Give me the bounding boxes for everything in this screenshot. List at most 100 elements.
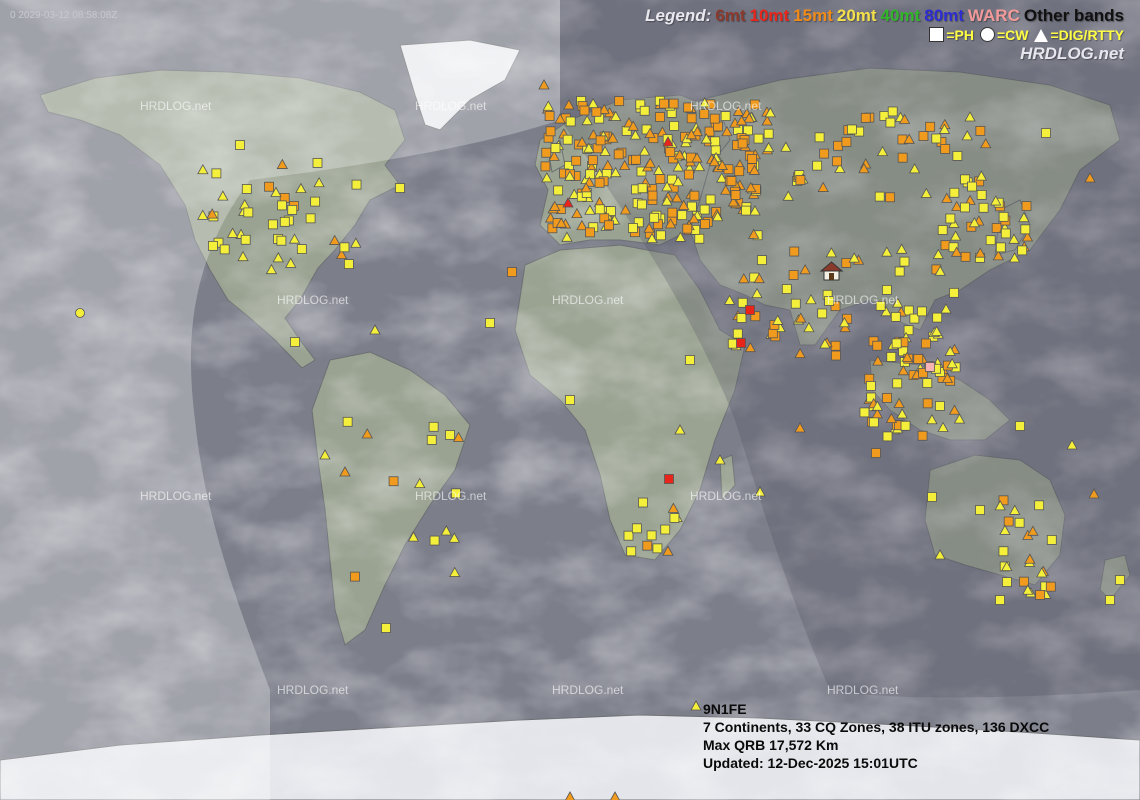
qso-square-marker — [544, 111, 555, 121]
qso-square-marker — [985, 235, 996, 246]
qso-square-marker — [604, 220, 614, 231]
world-qso-map: 0 2029-03-12 08:58:08Z Legend: 6mt 10mt 15m… — [0, 0, 1140, 800]
qso-square-marker — [871, 448, 881, 458]
qso-square-marker — [868, 417, 879, 428]
qso-square-marker — [276, 235, 287, 246]
qso-square-marker — [885, 192, 895, 203]
qso-square-marker — [1017, 245, 1028, 256]
qso-square-marker — [591, 106, 602, 117]
qso-square-marker — [819, 148, 830, 159]
qso-square-marker — [642, 540, 653, 551]
qso-square-marker — [638, 497, 648, 508]
qso-square-marker — [587, 155, 598, 166]
qso-square-marker — [922, 378, 933, 388]
qso-square-marker — [1019, 576, 1029, 587]
qso-square-marker — [665, 147, 676, 157]
qso-square-marker — [741, 205, 751, 216]
qso-square-marker — [736, 313, 747, 323]
qso-square-marker — [267, 219, 278, 230]
qso-square-marker — [789, 246, 800, 257]
qso-square-marker — [351, 179, 362, 190]
qso-square-marker — [553, 185, 564, 196]
qso-square-marker — [846, 124, 857, 135]
qso-square-marker — [277, 200, 287, 211]
qso-square-marker — [342, 416, 353, 427]
qso-square-marker — [381, 623, 391, 633]
qso-square-marker — [623, 530, 634, 541]
qso-square-marker — [726, 176, 737, 186]
qso-square-marker — [287, 204, 298, 215]
qso-square-marker — [1105, 595, 1115, 605]
qso-square-marker — [649, 212, 660, 223]
qso-square-marker — [684, 169, 694, 180]
qso-square-marker — [781, 284, 792, 294]
qso-square-marker — [727, 338, 738, 349]
qso-circle-marker — [75, 308, 85, 318]
qso-square-marker — [734, 166, 745, 177]
qso-square-marker — [613, 149, 624, 160]
qso-square-marker — [1041, 128, 1051, 138]
qso-square-marker — [631, 154, 641, 165]
qso-square-marker — [917, 306, 927, 317]
watermark: HRDLOG.net — [552, 293, 624, 307]
qso-square-marker — [830, 340, 841, 351]
qso-square-marker — [652, 543, 663, 554]
qso-square-marker — [998, 211, 1009, 222]
watermark: HRDLOG.net — [552, 683, 624, 697]
qso-square-marker — [660, 524, 671, 535]
qso-square-marker — [975, 125, 986, 136]
qso-square-marker — [235, 140, 245, 150]
qso-square-marker — [305, 213, 316, 224]
qso-square-marker — [891, 338, 902, 349]
qso-square-marker — [927, 492, 937, 502]
qso-square-marker — [579, 105, 590, 116]
qso-square-marker — [976, 189, 987, 200]
qso-square-marker — [700, 219, 710, 229]
legend-mode-ph: =PH — [946, 27, 974, 43]
watermark: HRDLOG.net — [415, 99, 487, 113]
qso-square-marker — [885, 117, 896, 128]
qso-square-marker — [860, 112, 871, 123]
qso-square-marker — [887, 106, 898, 117]
square-mode-icon — [929, 27, 945, 42]
qso-square-marker — [833, 140, 843, 151]
qso-square-marker — [874, 191, 885, 202]
qso-square-marker — [892, 378, 903, 389]
qso-square-marker — [894, 266, 905, 277]
qso-square-marker — [637, 183, 648, 194]
qso-square-marker — [899, 256, 910, 267]
qso-square-marker — [814, 132, 825, 143]
qso-square-marker — [595, 135, 606, 146]
watermark: HRDLOG.net — [140, 489, 212, 503]
qso-square-marker — [243, 207, 254, 218]
watermark: HRDLOG.net — [277, 293, 349, 307]
qso-square-marker — [812, 160, 823, 171]
qso-square-marker — [614, 96, 625, 107]
legend-mode-cw: =CW — [996, 27, 1029, 43]
qso-square-marker — [1021, 201, 1032, 211]
watermark: HRDLOG.net — [415, 489, 487, 503]
qso-square-marker — [585, 227, 595, 238]
qso-square-marker — [940, 144, 951, 154]
qso-square-marker — [659, 98, 669, 109]
qso-square-marker — [788, 270, 799, 280]
qso-square-marker — [639, 105, 650, 116]
qso-square-marker — [344, 259, 354, 269]
qso-square-marker — [995, 595, 1005, 605]
qso-square-marker — [1014, 517, 1025, 528]
qso-square-marker — [709, 113, 720, 124]
qso-square-marker — [541, 147, 552, 158]
qso-square-marker — [886, 352, 897, 362]
qso-square-marker — [279, 216, 290, 227]
qso-square-marker — [211, 168, 222, 179]
qso-square-marker — [636, 199, 647, 210]
qso-square-marker — [550, 143, 561, 153]
qso-square-marker — [667, 207, 678, 218]
watermark: HRDLOG.net — [827, 293, 899, 307]
legend-band-80mt: 80mt — [924, 6, 964, 25]
qso-square-marker — [395, 183, 405, 193]
watermark: HRDLOG.net — [690, 99, 762, 113]
qso-square-marker — [960, 251, 971, 262]
qso-square-marker — [594, 204, 605, 215]
qso-square-marker — [922, 398, 933, 409]
